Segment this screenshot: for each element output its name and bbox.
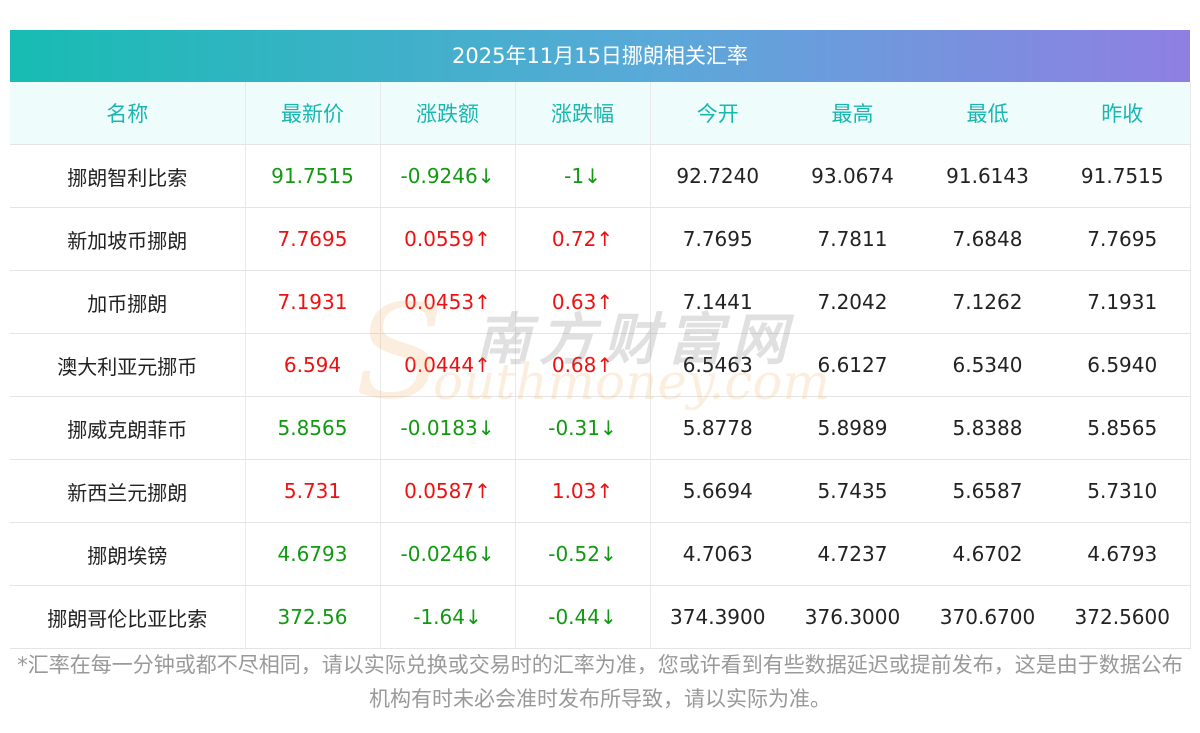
cell-latest: 7.7695 [245, 207, 381, 271]
disclaimer-footnote: *汇率在每一分钟或都不尽相同，请以实际兑换或交易时的汇率为准，您或许看到有些数据… [17, 653, 1183, 711]
cell-change-pct: -0.44↓ [515, 585, 651, 649]
cell-change: -1.64↓ [380, 585, 516, 649]
cell-name: 挪朗智利比索 [10, 144, 246, 208]
column-header-open: 今开 [650, 82, 785, 145]
cell-high: 6.6127 [785, 333, 920, 397]
table-row: 挪朗智利比索 91.7515 -0.9246↓ -1↓ 92.7240 93.0… [10, 144, 1191, 208]
cell-change: -0.9246↓ [380, 144, 516, 208]
cell-change-pct: -0.31↓ [515, 396, 651, 460]
table-row: 新加坡币挪朗 7.7695 0.0559↑ 0.72↑ 7.7695 7.781… [10, 207, 1191, 271]
cell-low: 6.5340 [920, 333, 1055, 397]
cell-latest: 5.731 [245, 459, 381, 523]
cell-name: 加币挪朗 [10, 270, 246, 334]
column-header-latest: 最新价 [245, 82, 381, 145]
cell-open: 4.7063 [650, 522, 785, 586]
cell-latest: 7.1931 [245, 270, 381, 334]
cell-latest: 91.7515 [245, 144, 381, 208]
cell-high: 7.7811 [785, 207, 920, 271]
cell-high: 376.3000 [785, 585, 920, 649]
cell-latest: 6.594 [245, 333, 381, 397]
cell-low: 370.6700 [920, 585, 1055, 649]
cell-change: -0.0246↓ [380, 522, 516, 586]
cell-prev-close: 6.5940 [1055, 333, 1191, 397]
cell-change-pct: 0.72↑ [515, 207, 651, 271]
cell-open: 92.7240 [650, 144, 785, 208]
cell-open: 7.1441 [650, 270, 785, 334]
column-header-high: 最高 [785, 82, 920, 145]
cell-name: 新西兰元挪朗 [10, 459, 246, 523]
cell-name: 挪朗埃镑 [10, 522, 246, 586]
cell-high: 4.7237 [785, 522, 920, 586]
table-header-row: 名称 最新价 涨跌额 涨跌幅 今开 最高 最低 昨收 [10, 82, 1191, 145]
column-header-name: 名称 [10, 82, 246, 145]
cell-prev-close: 91.7515 [1055, 144, 1191, 208]
column-header-prev-close: 昨收 [1055, 82, 1191, 145]
table-row: 挪朗埃镑 4.6793 -0.0246↓ -0.52↓ 4.7063 4.723… [10, 522, 1191, 586]
cell-prev-close: 7.7695 [1055, 207, 1191, 271]
cell-high: 5.8989 [785, 396, 920, 460]
cell-change-pct: -0.52↓ [515, 522, 651, 586]
exchange-rate-table: 名称 最新价 涨跌额 涨跌幅 今开 最高 最低 昨收 挪朗智利比索 91.751… [10, 82, 1191, 649]
cell-low: 5.6587 [920, 459, 1055, 523]
cell-change: 0.0587↑ [380, 459, 516, 523]
table-row: 加币挪朗 7.1931 0.0453↑ 0.63↑ 7.1441 7.2042 … [10, 270, 1191, 334]
cell-low: 7.1262 [920, 270, 1055, 334]
cell-change-pct: 1.03↑ [515, 459, 651, 523]
cell-change-pct: -1↓ [515, 144, 651, 208]
cell-name: 挪朗哥伦比亚比索 [10, 585, 246, 649]
cell-prev-close: 5.8565 [1055, 396, 1191, 460]
cell-latest: 372.56 [245, 585, 381, 649]
cell-prev-close: 7.1931 [1055, 270, 1191, 334]
cell-low: 91.6143 [920, 144, 1055, 208]
cell-low: 7.6848 [920, 207, 1055, 271]
cell-change: 0.0444↑ [380, 333, 516, 397]
table-row: 澳大利亚元挪币 6.594 0.0444↑ 0.68↑ 6.5463 6.612… [10, 333, 1191, 397]
cell-change-pct: 0.63↑ [515, 270, 651, 334]
cell-open: 7.7695 [650, 207, 785, 271]
cell-latest: 5.8565 [245, 396, 381, 460]
cell-change: 0.0453↑ [380, 270, 516, 334]
cell-change-pct: 0.68↑ [515, 333, 651, 397]
cell-change: -0.0183↓ [380, 396, 516, 460]
cell-prev-close: 5.7310 [1055, 459, 1191, 523]
cell-name: 新加坡币挪朗 [10, 207, 246, 271]
cell-low: 5.8388 [920, 396, 1055, 460]
cell-name: 挪威克朗菲币 [10, 396, 246, 460]
cell-high: 93.0674 [785, 144, 920, 208]
cell-open: 6.5463 [650, 333, 785, 397]
cell-prev-close: 4.6793 [1055, 522, 1191, 586]
cell-change: 0.0559↑ [380, 207, 516, 271]
cell-prev-close: 372.5600 [1055, 585, 1191, 649]
table-row: 挪威克朗菲币 5.8565 -0.0183↓ -0.31↓ 5.8778 5.8… [10, 396, 1191, 460]
cell-high: 7.2042 [785, 270, 920, 334]
column-header-change: 涨跌额 [380, 82, 516, 145]
cell-open: 5.6694 [650, 459, 785, 523]
cell-name: 澳大利亚元挪币 [10, 333, 246, 397]
cell-low: 4.6702 [920, 522, 1055, 586]
column-header-change-pct: 涨跌幅 [515, 82, 651, 145]
column-header-low: 最低 [920, 82, 1055, 145]
table-row: 新西兰元挪朗 5.731 0.0587↑ 1.03↑ 5.6694 5.7435… [10, 459, 1191, 523]
cell-latest: 4.6793 [245, 522, 381, 586]
table-row: 挪朗哥伦比亚比索 372.56 -1.64↓ -0.44↓ 374.3900 3… [10, 585, 1191, 649]
cell-open: 5.8778 [650, 396, 785, 460]
cell-open: 374.3900 [650, 585, 785, 649]
cell-high: 5.7435 [785, 459, 920, 523]
page-title: 2025年11月15日挪朗相关汇率 [10, 30, 1190, 82]
